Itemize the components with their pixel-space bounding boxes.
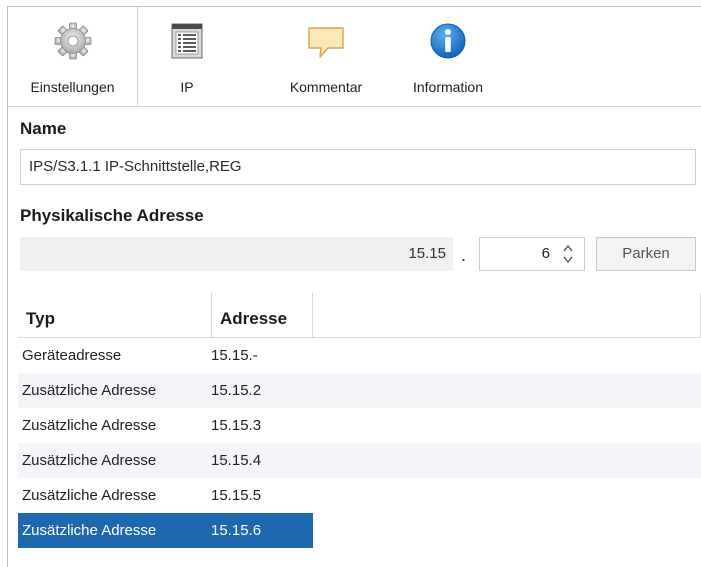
cell-typ: Zusätzliche Adresse bbox=[22, 417, 157, 434]
table-row[interactable]: Zusätzliche Adresse 15.15.3 bbox=[18, 408, 701, 443]
cell-address: 15.15.6 bbox=[211, 522, 262, 539]
physical-address-title: Physikalische Adresse bbox=[20, 206, 204, 225]
column-header-filler bbox=[313, 293, 701, 337]
table-row[interactable]: Zusätzliche Adresse 15.15.2 bbox=[18, 373, 701, 408]
tab-label: Einstellungen bbox=[30, 79, 115, 95]
park-button[interactable]: Parken bbox=[596, 237, 696, 271]
device-number-value: 6 bbox=[541, 245, 550, 262]
column-header-adresse[interactable]: Adresse bbox=[212, 293, 313, 337]
name-title: Name bbox=[20, 119, 67, 138]
address-separator: . bbox=[461, 245, 467, 265]
address-table: Typ Adresse Geräteadresse 15.15.- Zusätz… bbox=[18, 293, 701, 548]
name-field[interactable]: IPS/S3.1.1 IP-Schnittstelle,REG bbox=[20, 149, 696, 185]
tab-label: Information bbox=[412, 79, 484, 95]
properties-panel: Einstellungen IP Kommentar Information N… bbox=[7, 6, 701, 567]
cell-address: 15.15.2 bbox=[211, 382, 262, 399]
cell-typ: Zusätzliche Adresse bbox=[22, 522, 157, 539]
spin-arrows-icon[interactable] bbox=[562, 243, 574, 265]
table-row[interactable]: Zusätzliche Adresse 15.15.4 bbox=[18, 443, 701, 478]
tab-ip[interactable]: IP bbox=[153, 7, 221, 106]
ip-list-icon bbox=[171, 23, 203, 59]
column-header-typ[interactable]: Typ bbox=[18, 293, 212, 337]
info-icon bbox=[430, 23, 466, 59]
table-row[interactable]: Geräteadresse 15.15.- bbox=[18, 338, 701, 373]
tab-label: IP bbox=[180, 79, 194, 95]
table-header: Typ Adresse bbox=[18, 293, 701, 338]
cell-address: 15.15.5 bbox=[211, 487, 262, 504]
cell-address: 15.15.- bbox=[211, 347, 258, 364]
address-prefix: 15.15 bbox=[20, 237, 453, 271]
tab-information[interactable]: Information bbox=[398, 7, 498, 106]
tab-bar: Einstellungen IP Kommentar Information bbox=[8, 7, 701, 107]
table-body: Geräteadresse 15.15.- Zusätzliche Adress… bbox=[18, 338, 701, 548]
cell-typ: Zusätzliche Adresse bbox=[22, 487, 157, 504]
tab-kommentar[interactable]: Kommentar bbox=[271, 7, 381, 106]
table-row[interactable]: Zusätzliche Adresse 15.15.5 bbox=[18, 478, 701, 513]
device-number-stepper[interactable]: 6 bbox=[479, 237, 585, 271]
tab-einstellungen[interactable]: Einstellungen bbox=[8, 7, 138, 106]
cell-address: 15.15.4 bbox=[211, 452, 262, 469]
tab-label: Kommentar bbox=[289, 79, 363, 95]
cell-typ: Geräteadresse bbox=[22, 347, 122, 364]
gear-icon bbox=[54, 22, 91, 60]
cell-typ: Zusätzliche Adresse bbox=[22, 452, 157, 469]
cell-address: 15.15.3 bbox=[211, 417, 262, 434]
comment-icon bbox=[308, 27, 344, 58]
table-row-selected[interactable]: Zusätzliche Adresse 15.15.6 bbox=[18, 513, 701, 548]
cell-typ: Zusätzliche Adresse bbox=[22, 382, 157, 399]
